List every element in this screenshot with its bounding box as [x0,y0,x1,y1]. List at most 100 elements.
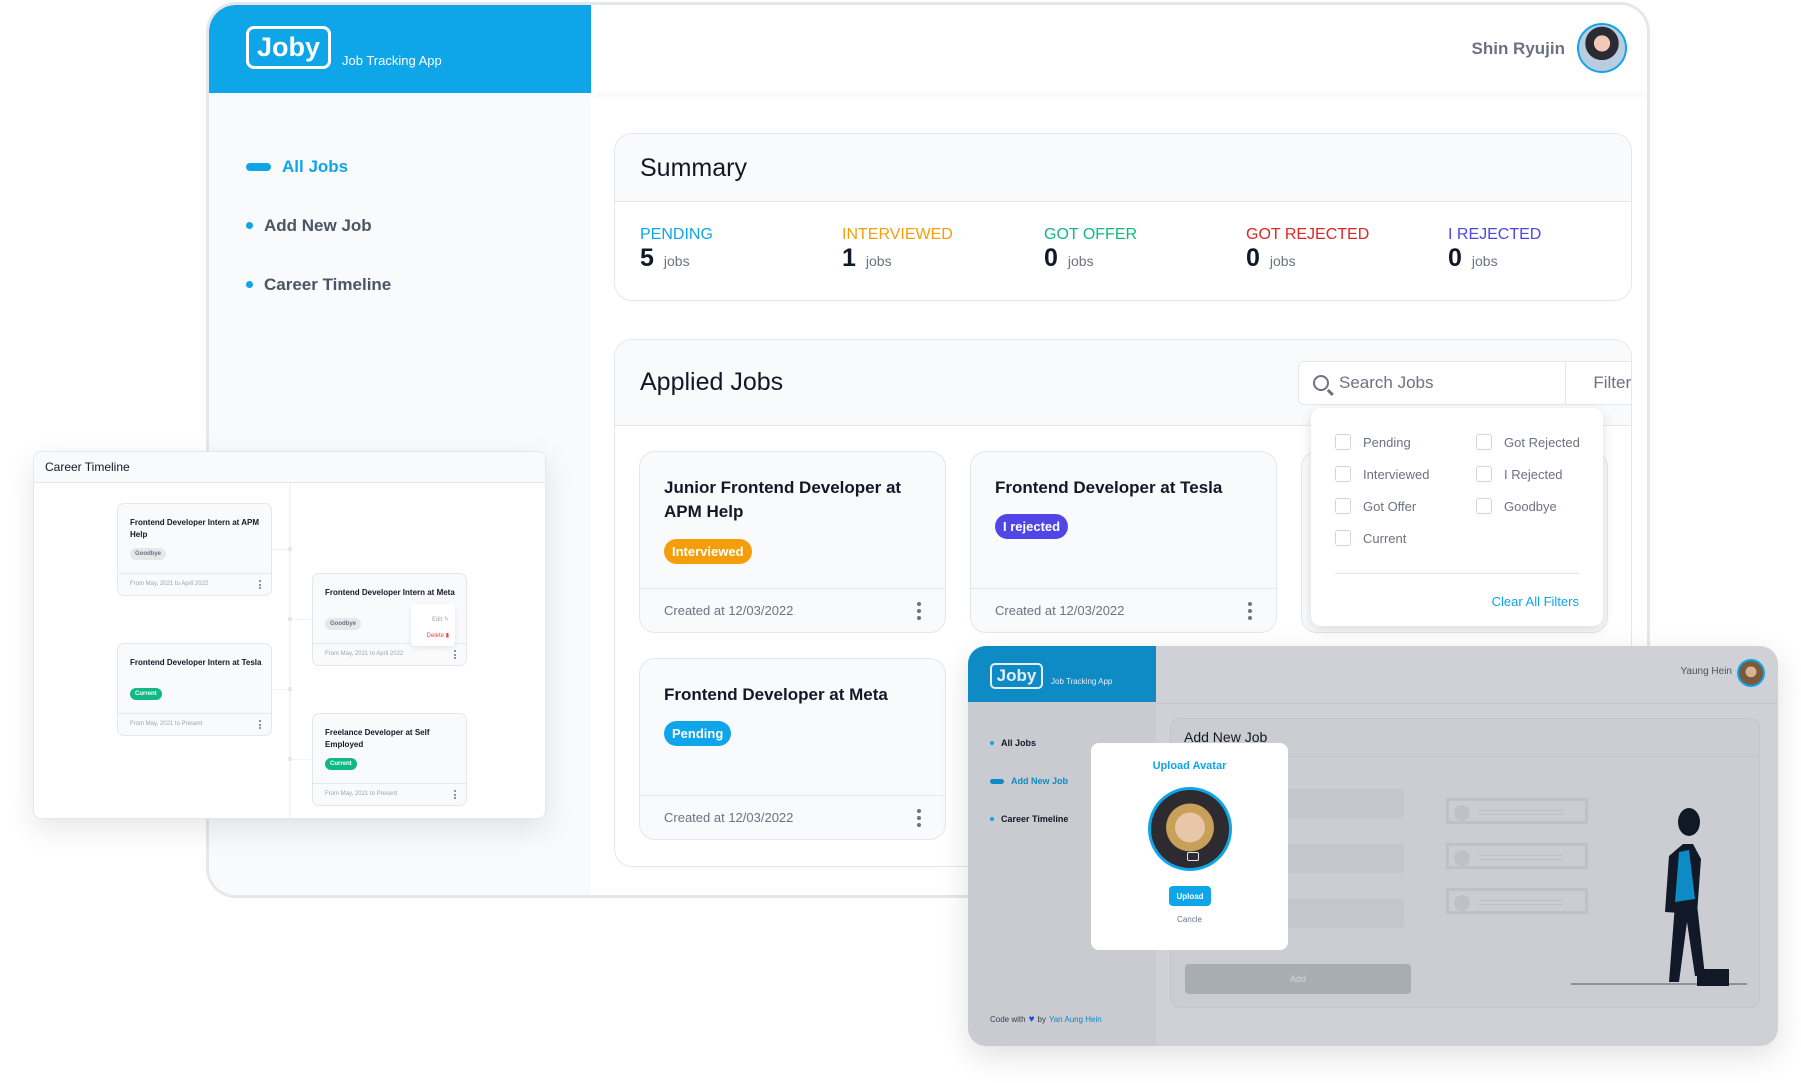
heart-icon: ♥ [1028,1014,1035,1025]
camera-icon[interactable] [1187,852,1199,861]
add-button[interactable]: Add [1185,964,1411,994]
sidebar-item-label: Add New Job [1011,776,1069,786]
timeline-card[interactable]: Freelance Developer at Self Employed Cur… [312,713,467,806]
clear-all-filters-link[interactable]: Clear All Filters [1492,594,1579,609]
illustration-list-row [1446,798,1588,824]
bullet-icon [246,281,253,288]
delete-menu-item[interactable]: Delete ▮ [417,628,449,644]
search-input[interactable]: Search Jobs [1339,373,1434,393]
top-bar: Shin Ryujin [591,5,1647,93]
filter-option-got-offer[interactable]: Got Offer [1335,498,1416,514]
cancel-button[interactable]: Cancle [1091,915,1288,924]
credit-prefix: Code with [990,1015,1026,1024]
stat-value: 5 [640,244,654,272]
edit-menu-item[interactable]: Edit ✎ [417,612,449,628]
edit-label: Edit [431,617,443,623]
status-badge: Pending [664,721,732,746]
more-options-icon[interactable] [454,650,456,659]
timeline-card-period: From May, 2021 to April 2022 [118,573,271,595]
avatar-preview[interactable] [1148,787,1232,871]
job-card[interactable]: Frontend Developer at Meta Pending Creat… [639,658,946,840]
checkbox[interactable] [1335,434,1351,450]
filter-label: I Rejected [1504,466,1563,482]
app-logo[interactable]: Joby [246,26,331,69]
user-avatar[interactable] [1577,23,1627,73]
status-badge: Goodbye [130,548,167,560]
stat-label: PENDING [640,226,713,243]
top-bar: Yaung Hein [1156,646,1778,704]
more-options-icon[interactable] [917,601,921,620]
sidebar-nav: All Jobs Add New Job Career Timeline [990,724,1068,838]
filters-button[interactable]: Filters [1566,362,1631,404]
sidebar-item-label: All Jobs [1001,738,1037,748]
job-card[interactable]: Frontend Developer at Tesla I rejected C… [970,451,1277,633]
status-badge: Current [130,688,162,700]
more-options-icon[interactable] [917,808,921,827]
app-tagline: Job Tracking App [1051,677,1113,686]
bullet-icon [990,817,994,821]
filter-option-goodbye[interactable]: Goodbye [1476,498,1557,514]
sidebar-item-career-timeline[interactable]: Career Timeline [990,800,1068,838]
stat-label: GOT REJECTED [1246,226,1370,243]
more-options-icon[interactable] [259,720,261,729]
more-options-icon[interactable] [259,580,261,589]
bullet-icon [990,741,994,745]
upload-avatar-modal: Upload Avatar Upload Cancle [1091,743,1288,950]
stat-unit: jobs [663,253,690,269]
sidebar-item-all-jobs[interactable]: All Jobs [990,724,1068,762]
filter-option-interviewed[interactable]: Interviewed [1335,466,1429,482]
filter-label: Current [1363,530,1407,546]
status-badge: I rejected [995,514,1069,539]
status-badge: Current [325,758,357,770]
author-link[interactable]: Yan Aung Hein [1049,1015,1102,1024]
checkbox[interactable] [1335,530,1351,546]
footer-credit: Code with ♥ by Yan Aung Hein [990,1014,1102,1025]
job-card-footer: Created at 12/03/2022 [971,588,1276,632]
sidebar-item-label: All Jobs [282,156,349,176]
sidebar-item-career-timeline[interactable]: Career Timeline [246,255,391,314]
more-options-icon[interactable] [454,790,456,799]
connector [291,619,311,620]
stat-label: I REJECTED [1448,226,1542,243]
stat-unit: jobs [1067,253,1094,269]
stat-value: 0 [1246,244,1260,272]
app-logo[interactable]: Joby [990,663,1043,689]
filter-option-current[interactable]: Current [1335,530,1406,546]
checkbox[interactable] [1335,466,1351,482]
sidebar-item-label: Career Timeline [264,274,392,294]
brand-header: Joby Job Tracking App [209,5,591,93]
sidebar-item-all-jobs[interactable]: All Jobs [246,137,391,196]
search-bar: Search Jobs Filters [1298,361,1631,405]
stat-value: 1 [842,244,856,272]
job-card[interactable]: Junior Frontend Developer at APM Help In… [639,451,946,633]
sidebar-item-add-new-job[interactable]: Add New Job [246,196,391,255]
filter-option-i-rejected[interactable]: I Rejected [1476,466,1563,482]
illustration-list-row [1446,888,1588,914]
user-avatar[interactable] [1737,659,1765,687]
stat-unit: jobs [1471,253,1498,269]
modal-title: Upload Avatar [1152,760,1227,772]
filter-option-pending[interactable]: Pending [1335,434,1411,450]
timeline-card[interactable]: Frontend Developer Intern at Tesla Curre… [117,643,272,736]
timeline-card[interactable]: Frontend Developer Intern at Meta Goodby… [312,573,467,666]
summary-panel: Summary PENDING 5 jobs INTERVIEWED 1 jobs … [614,133,1632,301]
stat-got-offer: GOT OFFER 0 jobs [1044,226,1137,273]
more-options-icon[interactable] [1248,601,1252,620]
sidebar-nav: All Jobs Add New Job Career Timeline [246,137,391,314]
filter-option-got-rejected[interactable]: Got Rejected [1476,434,1580,450]
job-card-footer: Created at 12/03/2022 [640,588,945,632]
timeline-card[interactable]: Frontend Developer Intern at APM Help Go… [117,503,272,596]
checkbox[interactable] [1476,498,1492,514]
divider [1335,573,1579,574]
job-card-footer: Created at 12/03/2022 [640,795,945,839]
timeline-card-title: Freelance Developer at Self Employed [325,728,430,749]
checkbox[interactable] [1476,466,1492,482]
checkbox[interactable] [1335,498,1351,514]
add-job-preview: Joby Job Tracking App Yaung Hein All Job… [968,646,1778,1046]
checkbox[interactable] [1476,434,1492,450]
person-illustration-icon [1571,808,1747,986]
credit-by: by [1037,1015,1046,1024]
sidebar-item-add-new-job[interactable]: Add New Job [990,762,1068,800]
job-title: Frontend Developer at Tesla [995,478,1223,497]
upload-button[interactable]: Upload [1169,886,1211,906]
